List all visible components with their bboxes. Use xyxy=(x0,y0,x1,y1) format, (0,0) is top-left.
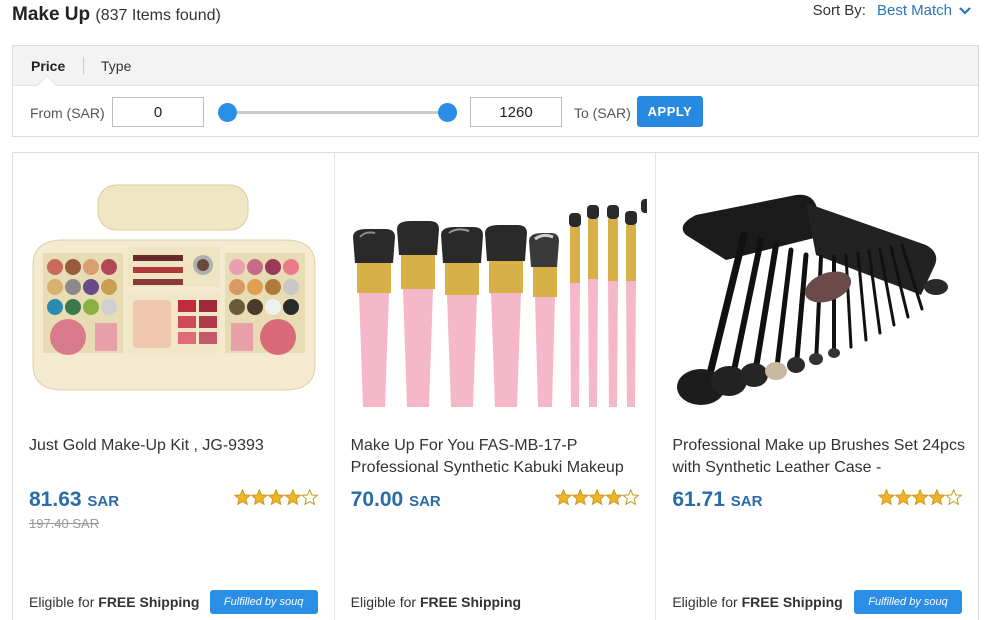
sort-dropdown[interactable]: Best Match xyxy=(877,2,952,19)
star-filled-icon xyxy=(911,489,929,506)
to-label: To (SAR) xyxy=(574,105,631,121)
shipping-prefix: Eligible for xyxy=(350,594,417,610)
fulfilled-by-souq-badge: Fulfilled by souq xyxy=(854,590,963,614)
star-filled-icon xyxy=(555,489,573,506)
min-price-input[interactable] xyxy=(112,97,204,127)
product-grid: Just Gold Make-Up Kit , JG-9393 81.63 SA… xyxy=(12,152,979,620)
shipping-info: Eligible for FREE Shipping xyxy=(672,594,842,610)
star-filled-icon xyxy=(266,489,285,506)
makeup-kit-image[interactable] xyxy=(23,175,325,415)
star-filled-icon xyxy=(605,489,624,506)
kabuki-brushes-image[interactable] xyxy=(345,175,647,415)
product-card[interactable]: Just Gold Make-Up Kit , JG-9393 81.63 SA… xyxy=(13,153,335,620)
free-shipping-label: FREE Shipping xyxy=(419,594,522,610)
from-label: From (SAR) xyxy=(30,105,105,121)
shipping-info: Eligible for FREE Shipping xyxy=(351,594,521,610)
free-shipping-label: FREE Shipping xyxy=(98,594,200,610)
star-filled-icon xyxy=(588,489,607,506)
price-slider-track[interactable] xyxy=(227,111,447,114)
product-title[interactable]: Just Gold Make-Up Kit , JG-9393 xyxy=(29,435,329,479)
star-filled-icon xyxy=(571,489,590,506)
fulfilled-by-souq-badge: Fulfilled by souq xyxy=(209,590,318,614)
star-filled-icon xyxy=(928,489,946,506)
price-filter-row: From (SAR) To (SAR) APPLY xyxy=(13,86,978,138)
rating-stars xyxy=(878,489,963,506)
price-currency: SAR xyxy=(87,493,120,510)
results-header: Make Up (837 Items found) Sort By: Best … xyxy=(12,2,982,28)
product-title[interactable]: Professional Make up Brushes Set 24pcs w… xyxy=(672,435,972,479)
tab-type[interactable]: Type xyxy=(101,58,131,74)
price-currency: SAR xyxy=(730,493,763,510)
old-price: 197.40 SAR xyxy=(29,516,100,531)
item-count: (837 Items found) xyxy=(95,7,221,24)
product-title[interactable]: Make Up For You FAS-MB-17-P Professional… xyxy=(351,435,651,479)
product-price: 61.71 SAR xyxy=(672,488,762,512)
shipping-prefix: Eligible for xyxy=(672,594,738,610)
page-title: Make Up (837 Items found) xyxy=(12,4,221,26)
slider-min-handle[interactable] xyxy=(218,103,237,122)
product-card[interactable]: Professional Make up Brushes Set 24pcs w… xyxy=(656,153,978,620)
product-card[interactable]: Make Up For You FAS-MB-17-P Professional… xyxy=(335,153,657,620)
star-empty-icon xyxy=(944,489,963,506)
max-price-input[interactable] xyxy=(470,97,562,127)
category-title: Make Up xyxy=(12,4,91,25)
filter-panel: Price Type From (SAR) To (SAR) APPLY xyxy=(12,45,979,137)
product-price: 81.63 SAR xyxy=(29,488,119,512)
star-empty-icon xyxy=(300,489,318,506)
shipping-prefix: Eligible for xyxy=(29,594,95,610)
sort-label: Sort By: xyxy=(812,2,866,19)
rating-stars xyxy=(233,489,318,506)
filter-tabs: Price Type xyxy=(13,46,978,95)
star-filled-icon xyxy=(283,489,302,506)
product-price: 70.00 SAR xyxy=(351,488,441,512)
slider-max-handle[interactable] xyxy=(438,103,457,122)
price-value: 61.71 xyxy=(672,488,725,511)
star-filled-icon xyxy=(894,489,913,506)
shipping-info: Eligible for FREE Shipping xyxy=(29,594,199,610)
free-shipping-label: FREE Shipping xyxy=(741,594,843,610)
tab-price[interactable]: Price xyxy=(31,58,65,74)
star-filled-icon xyxy=(233,489,252,506)
sort-control[interactable]: Sort By: Best Match xyxy=(813,2,972,19)
star-filled-icon xyxy=(250,489,268,506)
price-value: 81.63 xyxy=(29,488,82,511)
star-filled-icon xyxy=(878,489,896,506)
apply-button[interactable]: APPLY xyxy=(637,96,703,127)
chevron-down-icon[interactable] xyxy=(958,4,972,18)
star-empty-icon xyxy=(622,489,640,506)
brush-set-image[interactable] xyxy=(666,175,968,415)
price-value: 70.00 xyxy=(350,488,404,511)
tab-divider xyxy=(83,57,84,75)
rating-stars xyxy=(555,489,640,506)
price-currency: SAR xyxy=(409,493,441,510)
